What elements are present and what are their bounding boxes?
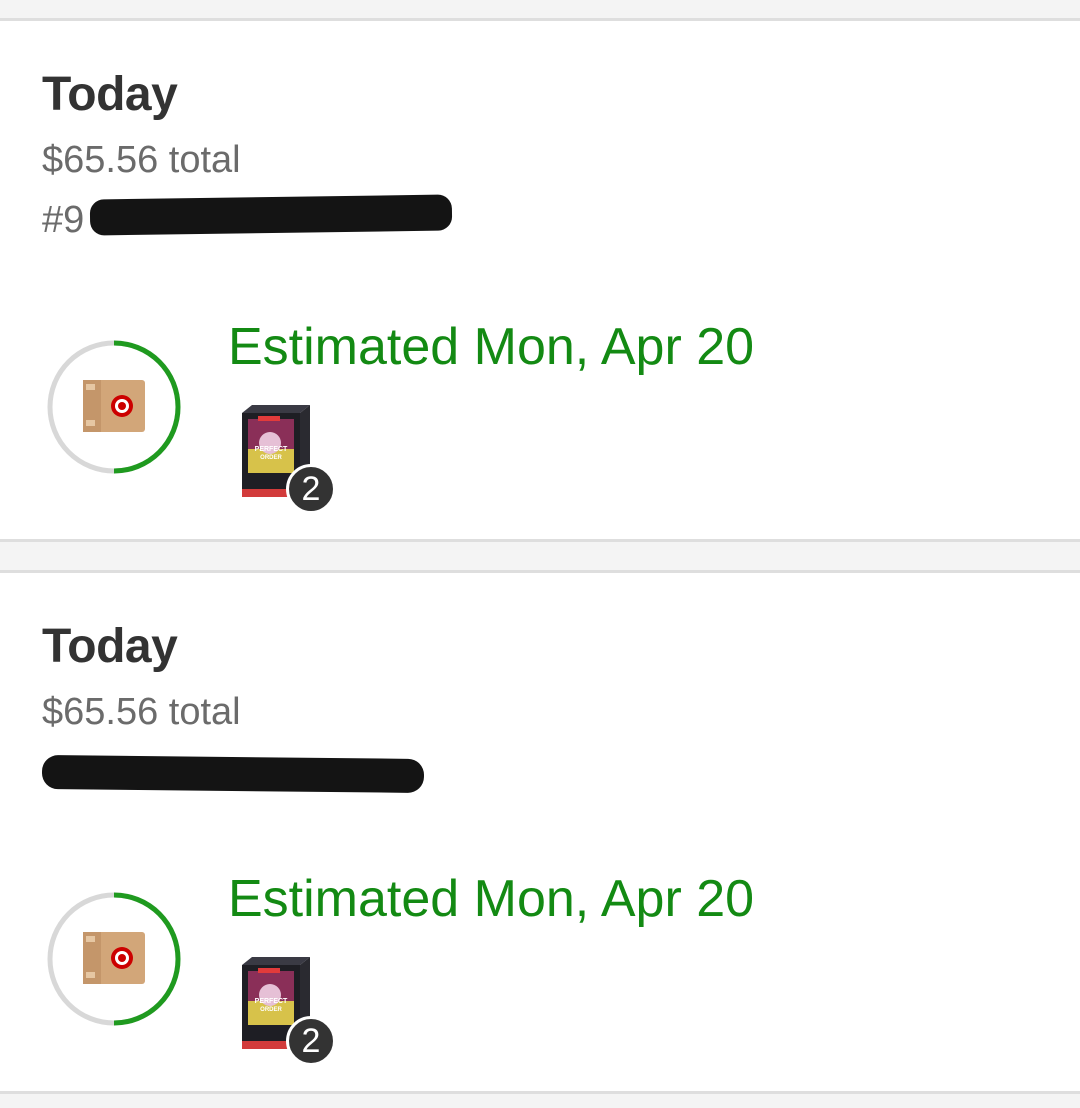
redaction-mark [89,194,453,236]
order-total: $65.56 total [42,139,241,181]
item-count-badge: 2 [286,464,336,514]
delivery-progress-ring [46,339,182,475]
order-total: $65.56 total [42,691,241,733]
redaction-mark [41,755,425,793]
estimated-delivery: Estimated Mon, Apr 20 [228,870,755,928]
order-date: Today [42,68,178,121]
order-number: #9 [42,199,85,241]
svg-text:ORDER: ORDER [260,455,282,461]
estimated-delivery: Estimated Mon, Apr 20 [228,318,755,376]
svg-text:PERFECT: PERFECT [255,998,288,1005]
svg-text:PERFECT: PERFECT [255,446,288,453]
item-count-badge: 2 [286,1016,336,1066]
package-box-icon [83,932,145,984]
order-card[interactable]: Today $65.56 total Estimated Mon, Apr 20 [0,570,1080,1094]
orders-list: Today $65.56 total #9 Estimated Mon, Apr… [0,0,1080,1108]
delivery-progress-ring [46,891,182,1027]
order-card[interactable]: Today $65.56 total #9 Estimated Mon, Apr… [0,18,1080,542]
svg-text:ORDER: ORDER [260,1007,282,1013]
package-box-icon [83,380,145,432]
order-date: Today [42,620,178,673]
